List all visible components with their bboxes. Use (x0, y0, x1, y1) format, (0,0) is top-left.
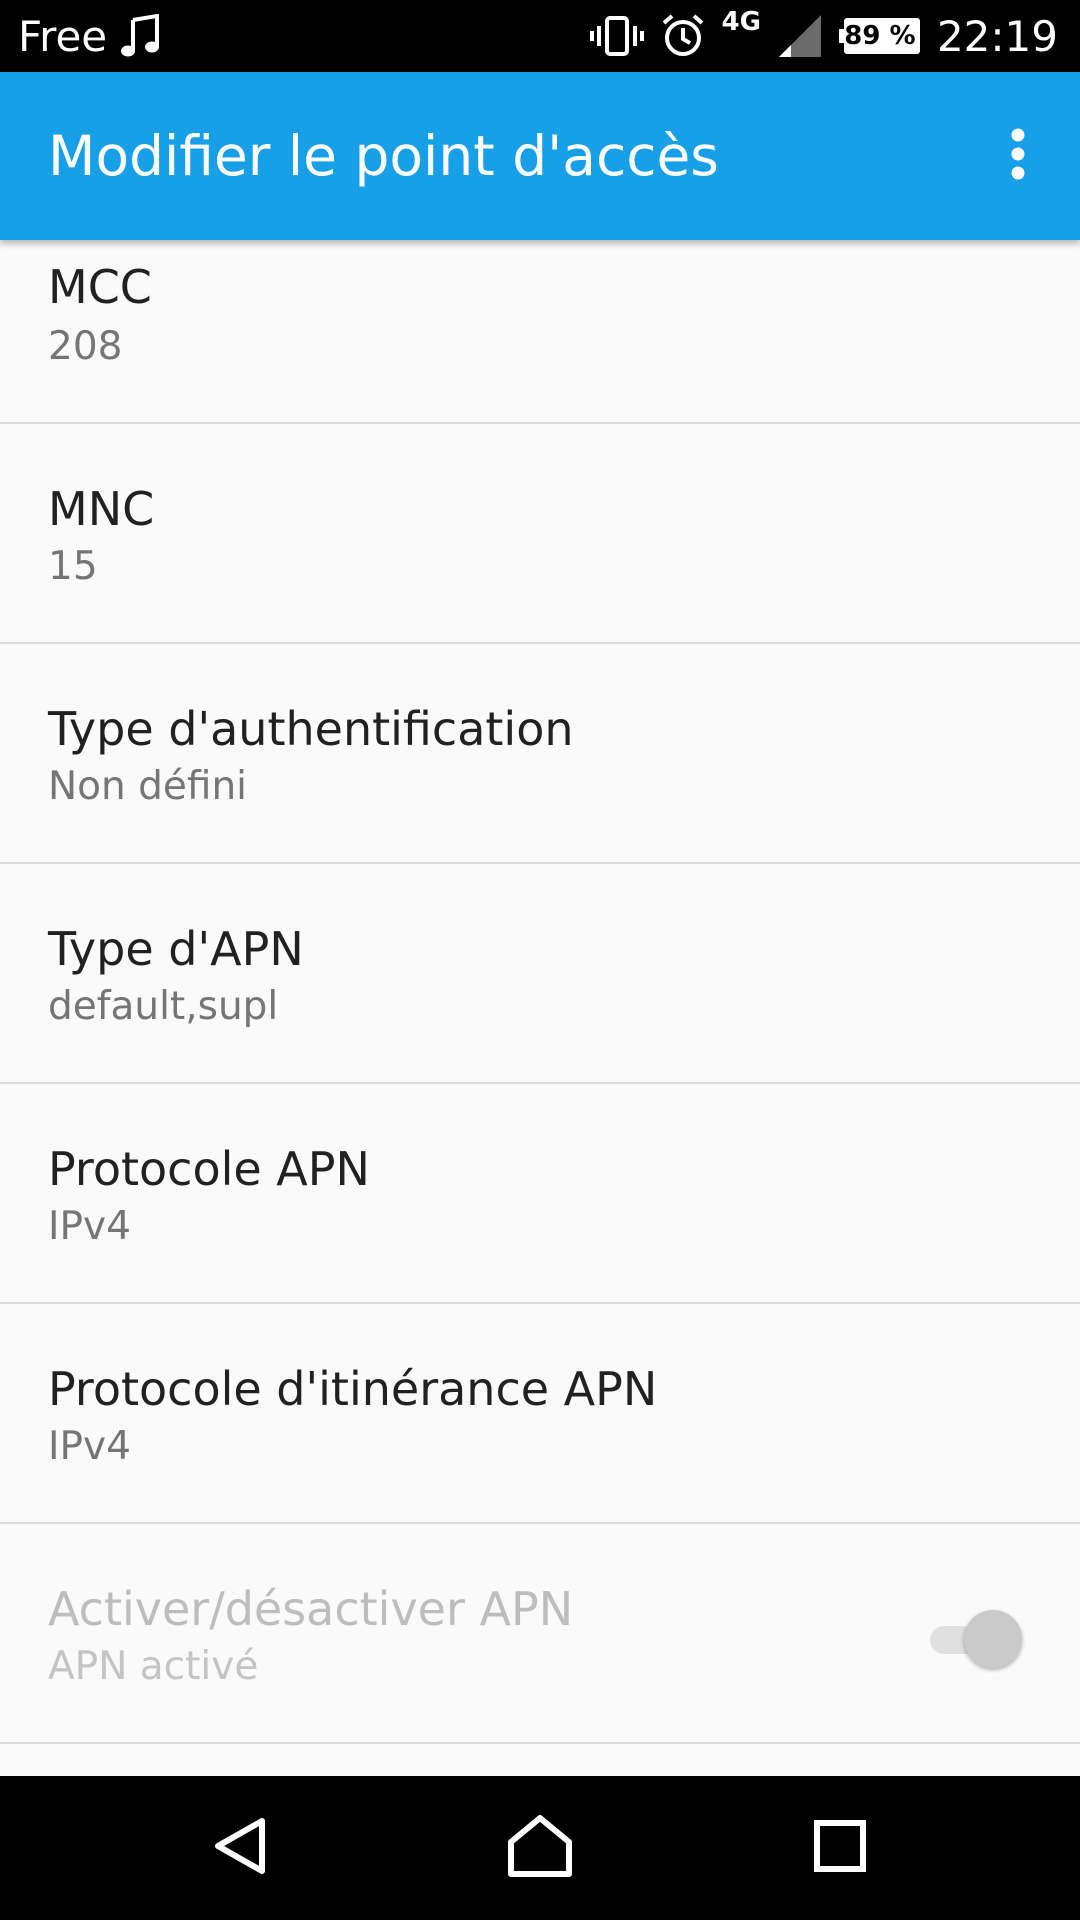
carrier-name: Free (18, 11, 108, 61)
navigation-bar (0, 1776, 1080, 1920)
app-bar: Modifier le point d'accès (0, 72, 1080, 240)
apn-enable-toggle[interactable] (926, 1608, 1022, 1668)
battery-icon: 89 % (838, 17, 921, 55)
pref-summary: 208 (48, 324, 123, 369)
pref-summary: 15 (48, 544, 98, 589)
recents-icon (812, 1818, 868, 1879)
pref-summary: default,supl (48, 984, 279, 1029)
screen: Free 4G 89 % 22:19 Modifier le point d'a… (0, 0, 1080, 1920)
music-note-icon (121, 14, 161, 58)
status-bar-left: Free (18, 0, 161, 72)
pref-title: MCC (48, 260, 152, 314)
pref-summary: IPv4 (48, 1204, 131, 1249)
pref-item-mcc[interactable]: MCC 208 (0, 240, 1080, 424)
status-bar-right: 4G 89 % 22:19 (589, 0, 1058, 72)
pref-item-apn-enable[interactable]: Activer/désactiver APN APN activé (0, 1524, 1080, 1744)
pref-title: Type d'APN (48, 922, 304, 976)
more-vert-icon (1010, 128, 1026, 185)
pref-summary: Non défini (48, 764, 248, 809)
pref-title: Activer/désactiver APN (48, 1582, 574, 1636)
more-options-button[interactable] (976, 114, 1060, 198)
signal-icon (777, 13, 823, 59)
pref-title: Protocole d'itinérance APN (48, 1362, 658, 1416)
vibrate-icon (589, 14, 644, 58)
back-icon (210, 1815, 270, 1882)
pref-item-apn-type[interactable]: Type d'APN default,supl (0, 864, 1080, 1084)
network-type-label: 4G (721, 7, 761, 37)
status-bar: Free 4G 89 % 22:19 (0, 0, 1080, 72)
home-button[interactable] (490, 1798, 590, 1898)
pref-title: Type d'authentification (48, 702, 574, 756)
toggle-thumb (964, 1610, 1022, 1668)
pref-item-apn-roaming-protocol[interactable]: Protocole d'itinérance APN IPv4 (0, 1304, 1080, 1524)
alarm-icon (660, 13, 706, 59)
pref-title: MNC (48, 482, 155, 536)
recents-button[interactable] (790, 1798, 890, 1898)
pref-item-apn-protocol[interactable]: Protocole APN IPv4 (0, 1084, 1080, 1304)
pref-summary: IPv4 (48, 1424, 131, 1469)
preference-list: MCC 208 MNC 15 Type d'authentification N… (0, 240, 1080, 1776)
pref-summary: APN activé (48, 1644, 259, 1689)
page-title: Modifier le point d'accès (48, 124, 719, 188)
pref-item-mnc[interactable]: MNC 15 (0, 424, 1080, 644)
pref-title: Protocole APN (48, 1142, 370, 1196)
clock: 22:19 (936, 11, 1058, 61)
battery-level: 89 % (844, 21, 916, 51)
back-button[interactable] (190, 1798, 290, 1898)
home-icon (507, 1814, 573, 1883)
pref-item-auth-type[interactable]: Type d'authentification Non défini (0, 644, 1080, 864)
